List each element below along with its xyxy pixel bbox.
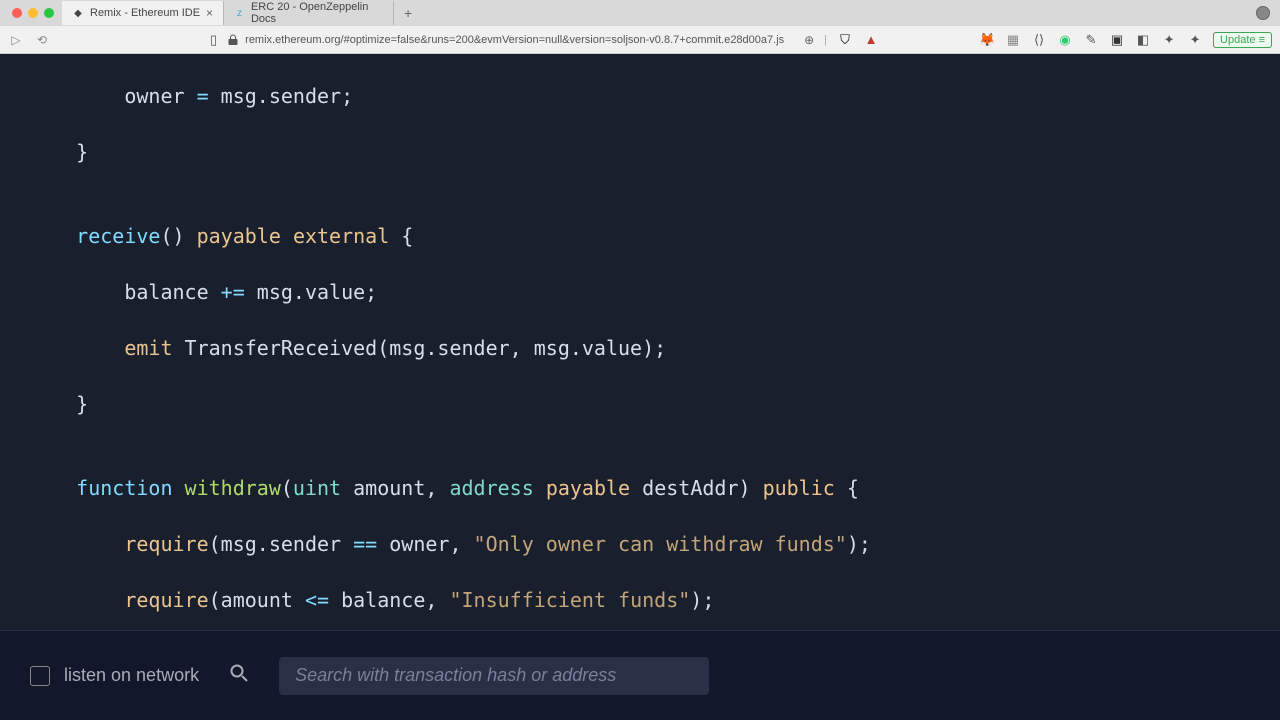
ext-icon-6[interactable]: ▣ <box>1109 32 1125 48</box>
search-input[interactable] <box>279 657 709 695</box>
new-tab-button[interactable]: + <box>394 5 422 21</box>
oz-favicon-icon: z <box>234 7 245 19</box>
extensions-menu-icon[interactable]: ✦ <box>1187 32 1203 48</box>
ext-icon-3[interactable]: ⟨⟩ <box>1031 32 1047 48</box>
ext-icon-4[interactable]: ◉ <box>1057 32 1073 48</box>
ext-icon-5[interactable]: ✎ <box>1083 32 1099 48</box>
address-bar[interactable]: remix.ethereum.org/#optimize=false&runs=… <box>227 34 794 46</box>
warning-icon[interactable]: ▲ <box>863 32 879 48</box>
listen-label: listen on network <box>64 665 199 686</box>
url-text: remix.ethereum.org/#optimize=false&runs=… <box>245 34 784 46</box>
browser-tab-strip: ◆ Remix - Ethereum IDE × z ERC 20 - Open… <box>0 0 1280 26</box>
ext-icon-2[interactable]: ▦ <box>1005 32 1021 48</box>
terminal-panel: listen on network <box>0 630 1280 720</box>
lock-icon <box>227 34 239 46</box>
update-button[interactable]: Update ≡ <box>1213 32 1272 48</box>
search-icon[interactable] <box>229 663 249 688</box>
browser-toolbar: ▷ ⟲ ▯ remix.ethereum.org/#optimize=false… <box>0 26 1280 54</box>
reload-button[interactable]: ⟲ <box>34 32 50 48</box>
remix-favicon-icon: ◆ <box>72 7 84 19</box>
close-tab-icon[interactable]: × <box>206 6 213 20</box>
window-controls <box>4 8 62 18</box>
shield-icon[interactable]: ⛉ <box>837 32 853 48</box>
code-editor[interactable]: owner = msg.sender; } receive() payable … <box>0 54 1280 630</box>
extension-icons: ⊕ | ⛉ ▲ 🦊 ▦ ⟨⟩ ◉ ✎ ▣ ◧ ✦ ✦ Update ≡ <box>804 32 1272 48</box>
ext-metamask-icon[interactable]: 🦊 <box>979 32 995 48</box>
bookmark-icon[interactable]: ▯ <box>210 32 217 48</box>
minimize-window[interactable] <box>28 8 38 18</box>
ext-icon-7[interactable]: ◧ <box>1135 32 1151 48</box>
listen-checkbox[interactable] <box>30 666 50 686</box>
tab-openzeppelin[interactable]: z ERC 20 - OpenZeppelin Docs <box>224 1 394 25</box>
ext-icon-8[interactable]: ✦ <box>1161 32 1177 48</box>
tab-remix[interactable]: ◆ Remix - Ethereum IDE × <box>62 1 224 25</box>
zoom-icon[interactable]: ⊕ <box>804 33 814 47</box>
maximize-window[interactable] <box>44 8 54 18</box>
tab-title: ERC 20 - OpenZeppelin Docs <box>251 1 383 25</box>
profile-avatar[interactable] <box>1256 6 1270 20</box>
close-window[interactable] <box>12 8 22 18</box>
tab-title: Remix - Ethereum IDE <box>90 7 200 19</box>
back-button[interactable]: ▷ <box>8 32 24 48</box>
